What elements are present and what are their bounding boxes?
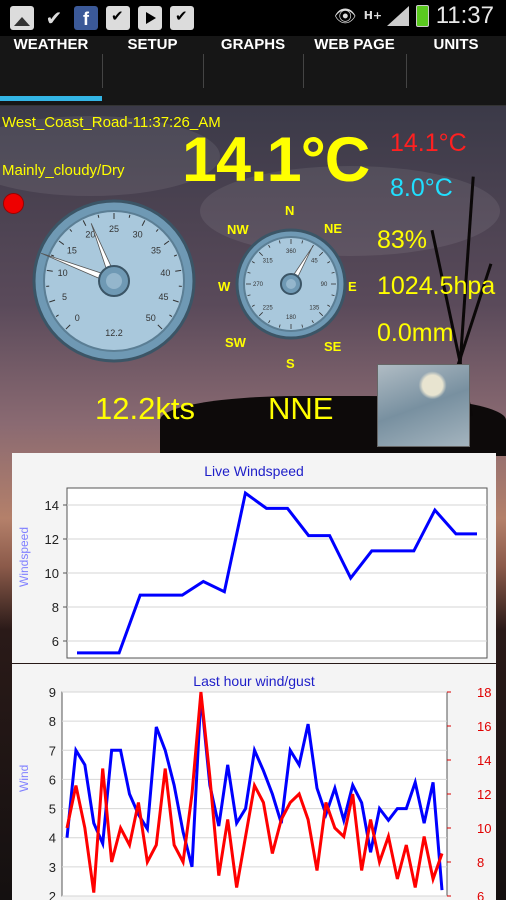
compass-label-ne: NE [324, 221, 343, 236]
y-tick-label: 2 [49, 889, 56, 900]
notification-icons: ✔ f [10, 6, 194, 30]
system-icons: 👁 H+ 11:37 [334, 2, 494, 30]
eye-icon: 👁 [333, 5, 357, 27]
speed-gauge-tick-label: 50 [146, 313, 156, 323]
y2-tick-label: 6 [477, 889, 484, 900]
wind-speed-value: 12.2kts [95, 391, 195, 426]
battery-icon [415, 5, 429, 27]
y2-tick-label: 18 [477, 685, 491, 700]
wind-speed-gauge: 05101520253035404550 12.2 [32, 199, 196, 363]
compass-label-sw: SW [225, 335, 246, 350]
compass-label-e: E [348, 279, 357, 294]
compass-tick-label: 315 [263, 259, 274, 265]
speed-gauge-readout: 12.2 [105, 328, 123, 338]
y-tick-label: 14 [45, 498, 59, 513]
y-tick-label: 9 [49, 685, 56, 700]
conditions: Mainly_cloudy/Dry [2, 162, 125, 179]
clock: 11:37 [435, 2, 494, 29]
humidity: 83% [377, 226, 428, 254]
compass-label-w: W [218, 279, 231, 294]
compass-label-se: SE [324, 339, 342, 354]
y2-tick-label: 8 [477, 855, 484, 870]
compass-tick-label: 90 [321, 282, 328, 288]
signal-icon [386, 6, 409, 26]
y-tick-label: 8 [52, 600, 59, 615]
high-temperature: 14.1°C [390, 129, 467, 157]
y-tick-label: 5 [49, 802, 56, 817]
y-tick-label: 3 [49, 860, 56, 875]
compass-tick-label: 180 [286, 315, 297, 321]
facebook-icon: f [74, 6, 98, 30]
speed-gauge-tick [97, 214, 100, 218]
compass-tick-label: 45 [311, 259, 318, 265]
live-windspeed-plot: 6 8 10 12 14 [45, 487, 488, 659]
speed-gauge-tick-label: 25 [109, 224, 119, 234]
speed-gauge-tick-label: 5 [62, 292, 67, 302]
compass-tick-label: 135 [309, 305, 320, 311]
check-icon: ✔ [45, 6, 63, 30]
compass-tick-label: 360 [286, 249, 297, 255]
y-tick-label: 6 [49, 772, 56, 787]
low-temperature: 8.0°C [390, 174, 453, 202]
speed-gauge-tick-label: 45 [158, 292, 168, 302]
speed-gauge-tick-label: 30 [133, 230, 143, 240]
webcam-thumbnail[interactable] [377, 364, 470, 447]
wind-direction-value: NNE [268, 391, 334, 426]
pressure: 1024.5hpa [377, 272, 496, 300]
live-windspeed-chart: Live Windspeed Windspeed 6 8 10 12 14 [12, 453, 496, 663]
y2-tick-label: 10 [477, 821, 491, 836]
tab-units[interactable]: UNITS [406, 36, 506, 106]
play-store-icon [138, 6, 162, 30]
speed-gauge-tick-label: 10 [58, 268, 68, 278]
compass-label-s: S [286, 356, 295, 371]
status-indicator [3, 193, 24, 214]
y-tick-label: 12 [45, 532, 59, 547]
y-tick-label: 7 [49, 743, 56, 758]
y-tick-label: 4 [49, 831, 56, 846]
speed-gauge-tick-label: 15 [67, 245, 77, 255]
wind-gust-chart: Last hour wind/gust Wind 2 3 4 5 6 7 8 9 6 8 10 12 1… [12, 664, 496, 900]
y2-tick-label: 16 [477, 719, 491, 734]
tab-setup[interactable]: SETUP [102, 36, 203, 106]
compass-hub-inner [286, 279, 296, 289]
rainfall: 0.0mm [377, 319, 454, 347]
wind-gust-plot: 2 3 4 5 6 7 8 9 6 8 10 12 14 16 18 [49, 685, 492, 900]
speed-gauge-hub-inner [106, 273, 122, 289]
compass-tick-label: 225 [263, 305, 274, 311]
y-tick-label: 10 [45, 566, 59, 581]
shopping-bag-icon [106, 6, 130, 30]
selected-tab-indicator [0, 96, 102, 101]
tab-web-page[interactable]: WEB PAGE [303, 36, 406, 106]
speed-gauge-tick-label: 35 [151, 245, 161, 255]
compass-label-nw: NW [227, 222, 249, 237]
tab-bar: WEATHER SETUP GRAPHS WEB PAGE UNITS [0, 36, 506, 106]
weather-panel: West_Coast_Road-11:37:26_AM Mainly_cloud… [0, 106, 506, 900]
wind-direction-gauge: 360 45 90 135 180 225 270 315 [235, 228, 347, 340]
y2-tick-label: 14 [477, 753, 491, 768]
compass-label-n: N [285, 203, 295, 218]
network-type: H+ [363, 9, 383, 22]
status-bar: ✔ f 👁 H+ 11:37 [0, 0, 506, 36]
gallery-icon [10, 6, 34, 30]
speed-gauge-tick [128, 214, 131, 218]
tab-graphs[interactable]: GRAPHS [203, 36, 303, 106]
compass-tick-label: 270 [253, 282, 264, 288]
y2-tick-label: 12 [477, 787, 491, 802]
y-tick-label: 8 [49, 714, 56, 729]
shopping-bag-icon [170, 6, 194, 30]
speed-gauge-tick-label: 40 [160, 268, 170, 278]
speed-gauge-tick-label: 0 [75, 313, 80, 323]
current-temperature: 14.1°C [182, 125, 370, 195]
y-tick-label: 6 [52, 634, 59, 649]
